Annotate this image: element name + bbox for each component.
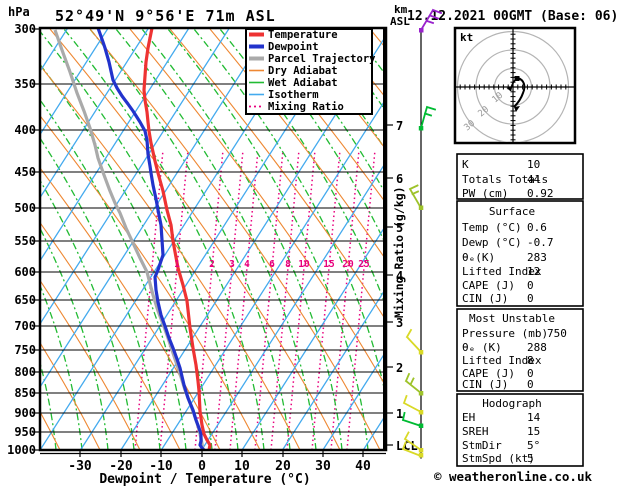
pressure-tick: 550 <box>14 234 36 248</box>
mixing-label: 6 <box>269 259 275 270</box>
mu-label: Pressure (mb) <box>462 327 548 340</box>
surface-label: θₑ(K) <box>462 251 495 264</box>
wind-barb <box>401 411 424 428</box>
temp-tick: 30 <box>315 459 331 474</box>
pressure-tick: 700 <box>14 319 36 333</box>
hodo-label: StmSpd (kt) <box>462 452 535 465</box>
hodograph-stats-title: Hodograph <box>482 397 542 410</box>
mixing-label: 2 <box>209 259 215 270</box>
mixing-label: 8 <box>285 259 291 270</box>
index-value: 10 <box>527 158 540 171</box>
skewt-diagram: hPa 52°49'N 9°56'E 71m ASL km ASL 12.12.… <box>7 3 618 487</box>
mu-label: θₑ (K) <box>462 341 502 354</box>
station-title: 52°49'N 9°56'E 71m ASL <box>55 7 276 25</box>
hodo-label: EH <box>462 411 475 424</box>
index-value: 44 <box>527 173 541 186</box>
surface-value: 0 <box>527 279 534 292</box>
indices-table: K 10 Totals Totals 44 PW (cm) 0.92 <box>456 153 584 200</box>
mu-label: CIN (J) <box>462 378 508 391</box>
pressure-unit-label: hPa <box>8 5 30 19</box>
km-tick: 1 <box>396 407 403 421</box>
index-value: 0.92 <box>527 187 554 200</box>
surface-label: Temp (°C) <box>462 221 522 234</box>
surface-table: Surface Temp (°C) 0.6 Dewp (°C) -0.7 θₑ(… <box>456 200 584 307</box>
surface-value: 12 <box>527 265 540 278</box>
temp-tick: 40 <box>355 459 371 474</box>
mu-value: 750 <box>547 327 567 340</box>
pressure-tick: 400 <box>14 123 36 137</box>
pressure-tick: 750 <box>14 343 36 357</box>
km-tick: 7 <box>396 119 403 133</box>
hodograph: 10 20 30 kt <box>453 26 577 145</box>
mixing-label: 3 <box>229 259 235 270</box>
wind-barb-column <box>401 8 443 459</box>
pressure-tick-labels: 300 350 400 450 500 550 600 650 700 750 … <box>7 22 36 457</box>
legend: Temperature Dewpoint Parcel Trajectory D… <box>245 28 376 115</box>
mixing-ratio-labels: 1 2 3 4 6 8 10 15 20 25 <box>174 259 370 270</box>
legend-item-dewpoint: Dewpoint <box>268 41 319 53</box>
index-label: PW (cm) <box>462 187 508 200</box>
pressure-tick: 900 <box>14 406 36 420</box>
temperature-curve <box>142 29 212 450</box>
most-unstable-title: Most Unstable <box>469 312 555 325</box>
mixing-axis-title: Mixing Ratio (g/kg) <box>392 186 406 318</box>
legend-item-dry-adiabat: Dry Adiabat <box>268 65 338 77</box>
hodo-value: 5 <box>527 452 534 465</box>
index-label: K <box>462 158 469 171</box>
surface-value: 283 <box>527 251 547 264</box>
mixing-label: 4 <box>244 259 250 270</box>
km-tick: 6 <box>396 172 403 186</box>
surface-value: 0 <box>527 292 534 305</box>
pressure-tick: 800 <box>14 365 36 379</box>
legend-item-temperature: Temperature <box>268 29 338 41</box>
mu-value: 288 <box>527 341 547 354</box>
mixing-label: 10 <box>298 259 310 270</box>
surface-label: CIN (J) <box>462 292 508 305</box>
surface-table-title: Surface <box>489 205 535 218</box>
pressure-tick: 500 <box>14 201 36 215</box>
legend-item-parcel: Parcel Trajectory <box>268 53 376 65</box>
legend-item-isotherm: Isotherm <box>268 89 319 101</box>
mixing-label: 1 <box>174 259 180 270</box>
legend-item-wet-adiabat: Wet Adiabat <box>268 77 338 89</box>
pressure-tick: 650 <box>14 293 36 307</box>
most-unstable-table: Most Unstable Pressure (mb) 750 θₑ (K) 2… <box>456 308 584 392</box>
hodo-value: 5° <box>527 439 540 452</box>
parcel-trajectory-curve <box>53 29 205 450</box>
mixing-label: 20 <box>342 259 354 270</box>
pressure-tick: 450 <box>14 165 36 179</box>
hodo-label: StmDir <box>462 439 502 452</box>
sounding-page: { "header": { "pressure_unit": "hPa", "s… <box>0 0 629 487</box>
pressure-tick: 950 <box>14 425 36 439</box>
mixing-label: 15 <box>323 259 335 270</box>
mixing-label: 25 <box>358 259 370 270</box>
x-axis-title: Dewpoint / Temperature (°C) <box>99 472 310 486</box>
hodo-label: SREH <box>462 425 489 438</box>
mu-value: 8 <box>527 354 534 367</box>
hodo-value: 14 <box>527 411 541 424</box>
surface-label: CAPE (J) <box>462 279 515 292</box>
legend-item-mixing-ratio: Mixing Ratio <box>268 101 344 113</box>
pressure-tick: 300 <box>14 22 36 36</box>
surface-label: Dewp (°C) <box>462 236 522 249</box>
pressure-tick: 350 <box>14 77 36 91</box>
temp-tick: -30 <box>68 459 92 474</box>
pressure-tick: 1000 <box>7 443 36 457</box>
hodograph-unit-label: kt <box>460 31 473 44</box>
hodo-value: 15 <box>527 425 540 438</box>
surface-value: 0.6 <box>527 221 547 234</box>
credit-line: © weatheronline.co.uk <box>434 469 593 484</box>
pressure-tick: 850 <box>14 386 36 400</box>
km-tick: 2 <box>396 361 403 375</box>
mu-value: 0 <box>527 378 534 391</box>
hodograph-stats-table: Hodograph EH 14 SREH 15 StmDir 5° StmSpd… <box>456 393 584 467</box>
surface-value: -0.7 <box>527 236 554 249</box>
pressure-tick: 600 <box>14 265 36 279</box>
